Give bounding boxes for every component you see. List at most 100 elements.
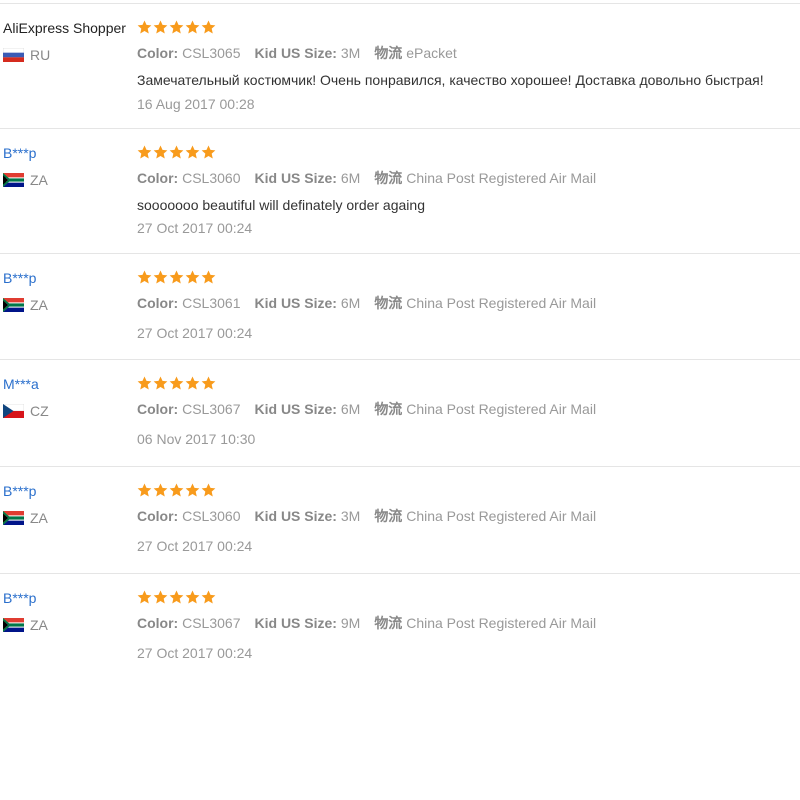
star-icon [153,20,168,34]
review-date: 27 Oct 2017 00:24 [137,538,253,554]
reviewer-country: RU [3,46,50,64]
star-icon [169,590,184,604]
country-code: ZA [30,510,48,526]
star-icon [201,20,216,34]
size-value: 3M [340,508,361,524]
star-icon [185,376,200,390]
star-icon [185,590,200,604]
order-attributes: Color: CSL3065 Kid US Size: 3M 物流 ePacket [137,44,457,62]
country-code: RU [30,47,51,63]
star-icon [153,145,168,159]
star-icon [137,270,152,284]
reviewer-country: ZA [3,509,48,527]
size-label: Kid US Size: [254,170,337,186]
star-icon [153,376,168,390]
color-label: Color: [137,615,179,631]
review-text: Замечательный костюмчик! Очень понравилс… [137,72,764,88]
south-africa-flag-icon [3,511,24,525]
star-icon [137,483,152,497]
logistics-label: 物流 [374,401,403,417]
review-date: 27 Oct 2017 00:24 [137,220,253,236]
order-attributes: Color: CSL3067 Kid US Size: 6M 物流 China Po… [137,400,596,418]
review-item: M***a CZ Color: CSL3067 Kid US Size: 6M 物流… [0,360,800,467]
review-date: 27 Oct 2017 00:24 [137,645,253,661]
star-rating [137,589,216,607]
reviewer-name[interactable]: M***a [3,375,39,393]
review-date: 06 Nov 2017 10:30 [137,431,256,447]
color-label: Color: [137,508,179,524]
star-icon [201,590,216,604]
star-icon [201,483,216,497]
review-date: 16 Aug 2017 00:28 [137,96,255,112]
reviewer-country: ZA [3,296,48,314]
star-icon [153,483,168,497]
color-value: CSL3065 [182,45,241,61]
star-rating [137,375,216,393]
order-attributes: Color: CSL3060 Kid US Size: 3M 物流 China Po… [137,507,596,525]
reviewer-name[interactable]: B***p [3,589,36,607]
size-value: 9M [340,615,361,631]
reviewer-name[interactable]: B***p [3,144,36,162]
order-attributes: Color: CSL3060 Kid US Size: 6M 物流 China Po… [137,169,596,187]
size-label: Kid US Size: [254,508,337,524]
star-icon [169,20,184,34]
size-label: Kid US Size: [254,295,337,311]
review-date: 27 Oct 2017 00:24 [137,325,253,341]
country-code: CZ [30,403,49,419]
star-icon [153,270,168,284]
order-attributes: Color: CSL3061 Kid US Size: 6M 物流 China Po… [137,294,596,312]
star-rating [137,19,216,37]
star-icon [185,483,200,497]
star-icon [201,145,216,159]
south-africa-flag-icon [3,173,24,187]
russia-flag-icon [3,48,24,62]
logistics-label: 物流 [374,508,403,524]
review-item: B***p ZA Color: CSL3060 Kid US Size: 6M 物流… [0,129,800,254]
star-icon [169,145,184,159]
star-icon [201,270,216,284]
star-rating [137,269,216,287]
star-icon [137,376,152,390]
size-value: 6M [340,170,361,186]
reviewer-name[interactable]: B***p [3,269,36,287]
star-icon [169,483,184,497]
star-icon [153,590,168,604]
star-icon [137,590,152,604]
star-icon [185,270,200,284]
review-item: B***p ZA Color: CSL3060 Kid US Size: 3M 物流… [0,467,800,574]
size-value: 6M [340,295,361,311]
logistics-label: 物流 [374,45,403,61]
review-item: AliExpress Shopper RU Color: CSL3065 Kid … [0,3,800,129]
star-rating [137,482,216,500]
color-value: CSL3060 [182,170,241,186]
reviewer-country: ZA [3,616,48,634]
logistics-label: 物流 [374,170,403,186]
order-attributes: Color: CSL3067 Kid US Size: 9M 物流 China Po… [137,614,596,632]
czech-flag-icon [3,404,24,418]
reviewer-country: ZA [3,171,48,189]
country-code: ZA [30,172,48,188]
star-icon [185,145,200,159]
reviewer-country: CZ [3,402,49,420]
logistics-label: 物流 [374,295,403,311]
shipping-method: China Post Registered Air Mail [406,170,597,186]
color-value: CSL3060 [182,508,241,524]
south-africa-flag-icon [3,298,24,312]
shipping-method: China Post Registered Air Mail [406,401,597,417]
shipping-method: China Post Registered Air Mail [406,508,597,524]
reviewer-name: AliExpress Shopper [3,20,126,36]
star-icon [185,20,200,34]
color-value: CSL3067 [182,401,241,417]
star-icon [137,145,152,159]
country-code: ZA [30,297,48,313]
shipping-method: ePacket [406,45,457,61]
size-label: Kid US Size: [254,45,337,61]
review-text: sooooooo beautiful will definately order… [137,197,425,213]
star-icon [201,376,216,390]
shipping-method: China Post Registered Air Mail [406,295,597,311]
reviewer-name[interactable]: B***p [3,482,36,500]
size-label: Kid US Size: [254,401,337,417]
logistics-label: 物流 [374,615,403,631]
color-value: CSL3067 [182,615,241,631]
star-rating [137,144,216,162]
